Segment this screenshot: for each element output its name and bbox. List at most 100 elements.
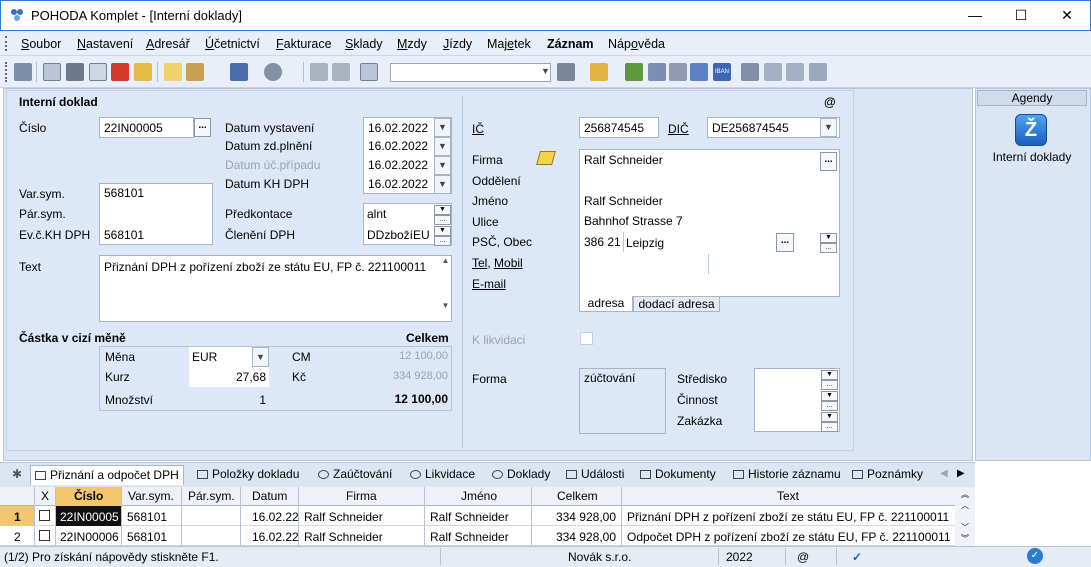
ic-input[interactable]: 256874545 [579, 117, 659, 138]
wizard-icon[interactable] [186, 63, 204, 81]
col-jmeno[interactable]: Jméno [461, 489, 497, 503]
clipboard-icon[interactable] [360, 63, 378, 81]
tab-historie-zaznamu[interactable]: Historie záznamu [729, 465, 845, 485]
tab-priznani-odpocet[interactable]: Přiznání a odpočet DPH [30, 465, 184, 485]
table-icon[interactable] [648, 63, 666, 81]
stredisko-lookup-button[interactable]: … [821, 380, 838, 390]
print-preview-icon[interactable] [89, 63, 107, 81]
text-scroll[interactable]: ▲ ▼ [440, 256, 451, 321]
datum-zdplneni-input[interactable]: 16.02.2022 [368, 139, 428, 153]
chevron-down-icon[interactable]: ▼ [434, 137, 451, 156]
tab-pinned[interactable]: ✱ [8, 465, 26, 485]
obec-list-button[interactable]: … [820, 243, 837, 253]
firma-input[interactable]: Ralf Schneider [584, 153, 663, 167]
col-cislo[interactable]: Číslo [74, 489, 103, 503]
obec-spin-icon[interactable]: ▼ [820, 233, 837, 243]
likvidace-checkbox[interactable] [580, 332, 593, 345]
list-view-icon[interactable] [764, 63, 782, 81]
chevron-down-icon[interactable]: ▼ [537, 64, 554, 81]
ic-label[interactable]: IČ [472, 122, 484, 136]
iban-icon[interactable]: IBAN [713, 63, 731, 81]
cleneni-lookup-button[interactable]: … [434, 236, 451, 246]
payment-icon[interactable] [625, 63, 643, 81]
col-datum[interactable]: Datum [252, 489, 287, 503]
chevron-down-icon[interactable]: ▼ [434, 175, 451, 194]
copy-record-icon[interactable] [43, 63, 61, 81]
menu-napoveda[interactable]: Nápověda [608, 37, 665, 51]
menu-nastaveni[interactable]: Nastavení [77, 37, 133, 51]
chevron-down-icon[interactable]: ▼ [434, 156, 451, 175]
tab-poznamky[interactable]: Poznámky [848, 465, 927, 485]
print-icon[interactable] [66, 63, 84, 81]
menu-adresar[interactable]: Adresář [146, 37, 190, 51]
chevron-down-icon[interactable]: ▼ [820, 118, 837, 137]
chevron-down-icon[interactable]: ▼ [252, 347, 269, 367]
tab-dodaci-adresa[interactable]: dodací adresa [633, 296, 720, 312]
cleneni-input[interactable]: DDzbožíEU [367, 228, 430, 242]
cislo-input[interactable]: 22IN00005 [99, 117, 194, 138]
agenda-interni-doklady[interactable]: Interní doklady [977, 150, 1087, 164]
col-varsym[interactable]: Var.sym. [128, 489, 174, 503]
email-link[interactable]: E-mail [472, 277, 506, 291]
menu-ucetnictvi[interactable]: Účetnictví [205, 37, 260, 51]
col-firma[interactable]: Firma [346, 489, 377, 503]
predkontace-spin-icon[interactable]: ▼ [434, 205, 451, 215]
datum-vystaveni-input[interactable]: 16.02.2022 [368, 121, 428, 135]
tab-polozky-dokladu[interactable]: Položky dokladu [193, 465, 303, 485]
agenda-list-icon[interactable] [14, 63, 32, 81]
row-checkbox[interactable] [39, 510, 50, 521]
jmeno-input[interactable]: Ralf Schneider [584, 194, 663, 208]
details-icon[interactable] [786, 63, 804, 81]
col-celkem[interactable]: Celkem [557, 489, 598, 503]
menu-mzdy[interactable]: Mzdy [397, 37, 427, 51]
minimize-button[interactable]: — [952, 0, 998, 30]
interni-doklady-icon[interactable]: Ž [1015, 114, 1047, 146]
varsym-input[interactable]: 568101 [104, 186, 144, 200]
ulice-input[interactable]: Bahnhof Strasse 7 [584, 214, 683, 228]
psc-input[interactable]: 386 21 [584, 235, 621, 249]
folder-icon[interactable] [590, 63, 608, 81]
parsym-input[interactable] [104, 207, 204, 221]
menu-soubor[interactable]: Soubor [21, 37, 61, 51]
tabs-scroll-right-icon[interactable]: ▶ [957, 468, 965, 479]
row-checkbox[interactable] [39, 530, 50, 541]
col-x[interactable]: X [41, 489, 49, 503]
close-button[interactable]: ✕ [1044, 0, 1090, 30]
obec-input[interactable]: Leipzig [626, 236, 664, 250]
datum-kh-input[interactable]: 16.02.2022 [368, 177, 428, 191]
menu-jizdy[interactable]: Jízdy [443, 37, 472, 51]
col-text[interactable]: Text [777, 489, 799, 503]
stredisko-spin-icon[interactable]: ▼ [821, 370, 838, 380]
obec-lookup-button[interactable]: ... [776, 233, 794, 252]
lock-record-icon[interactable] [310, 63, 328, 81]
tab-zauctovani[interactable]: Zaúčtování [314, 465, 396, 485]
navigate-back-icon[interactable] [230, 63, 248, 81]
cleneni-spin-icon[interactable]: ▼ [434, 226, 451, 236]
tab-udalosti[interactable]: Události [562, 465, 628, 485]
unlock-record-icon[interactable] [332, 63, 350, 81]
tel-link[interactable]: Tel [472, 256, 487, 270]
mobil-link[interactable]: Mobil [494, 256, 523, 270]
cinnost-lookup-button[interactable]: … [821, 401, 838, 411]
tab-adresa[interactable]: adresa [579, 296, 633, 312]
help-icon[interactable] [809, 63, 827, 81]
firma-lookup-button[interactable]: ... [820, 152, 837, 171]
grid-scrollbar[interactable]: ︽ ︿ ﹀ ︾ [955, 487, 975, 546]
menu-fakturace[interactable]: Fakturace [276, 37, 332, 51]
tabs-scroll-left-icon[interactable]: ◀ [940, 468, 948, 479]
menu-majetek[interactable]: Majetek [487, 37, 531, 51]
chart-icon[interactable] [690, 63, 708, 81]
report-icon[interactable] [134, 63, 152, 81]
tab-dokumenty[interactable]: Dokumenty [636, 465, 720, 485]
dic-label[interactable]: DIČ [668, 122, 689, 136]
zakazka-spin-icon[interactable]: ▼ [821, 412, 838, 422]
calculator-icon[interactable] [669, 63, 687, 81]
filter-icon[interactable] [557, 63, 575, 81]
col-parsym[interactable]: Pár.sym. [188, 489, 235, 503]
settings-gear-icon[interactable] [264, 63, 282, 81]
email-at-indicator[interactable]: @ [824, 95, 836, 109]
datum-ucpripadu-input[interactable]: 16.02.2022 [368, 158, 428, 172]
menu-zaznam[interactable]: Záznam [547, 37, 594, 51]
predkontace-lookup-button[interactable]: … [434, 215, 451, 225]
menu-sklady[interactable]: Sklady [345, 37, 383, 51]
